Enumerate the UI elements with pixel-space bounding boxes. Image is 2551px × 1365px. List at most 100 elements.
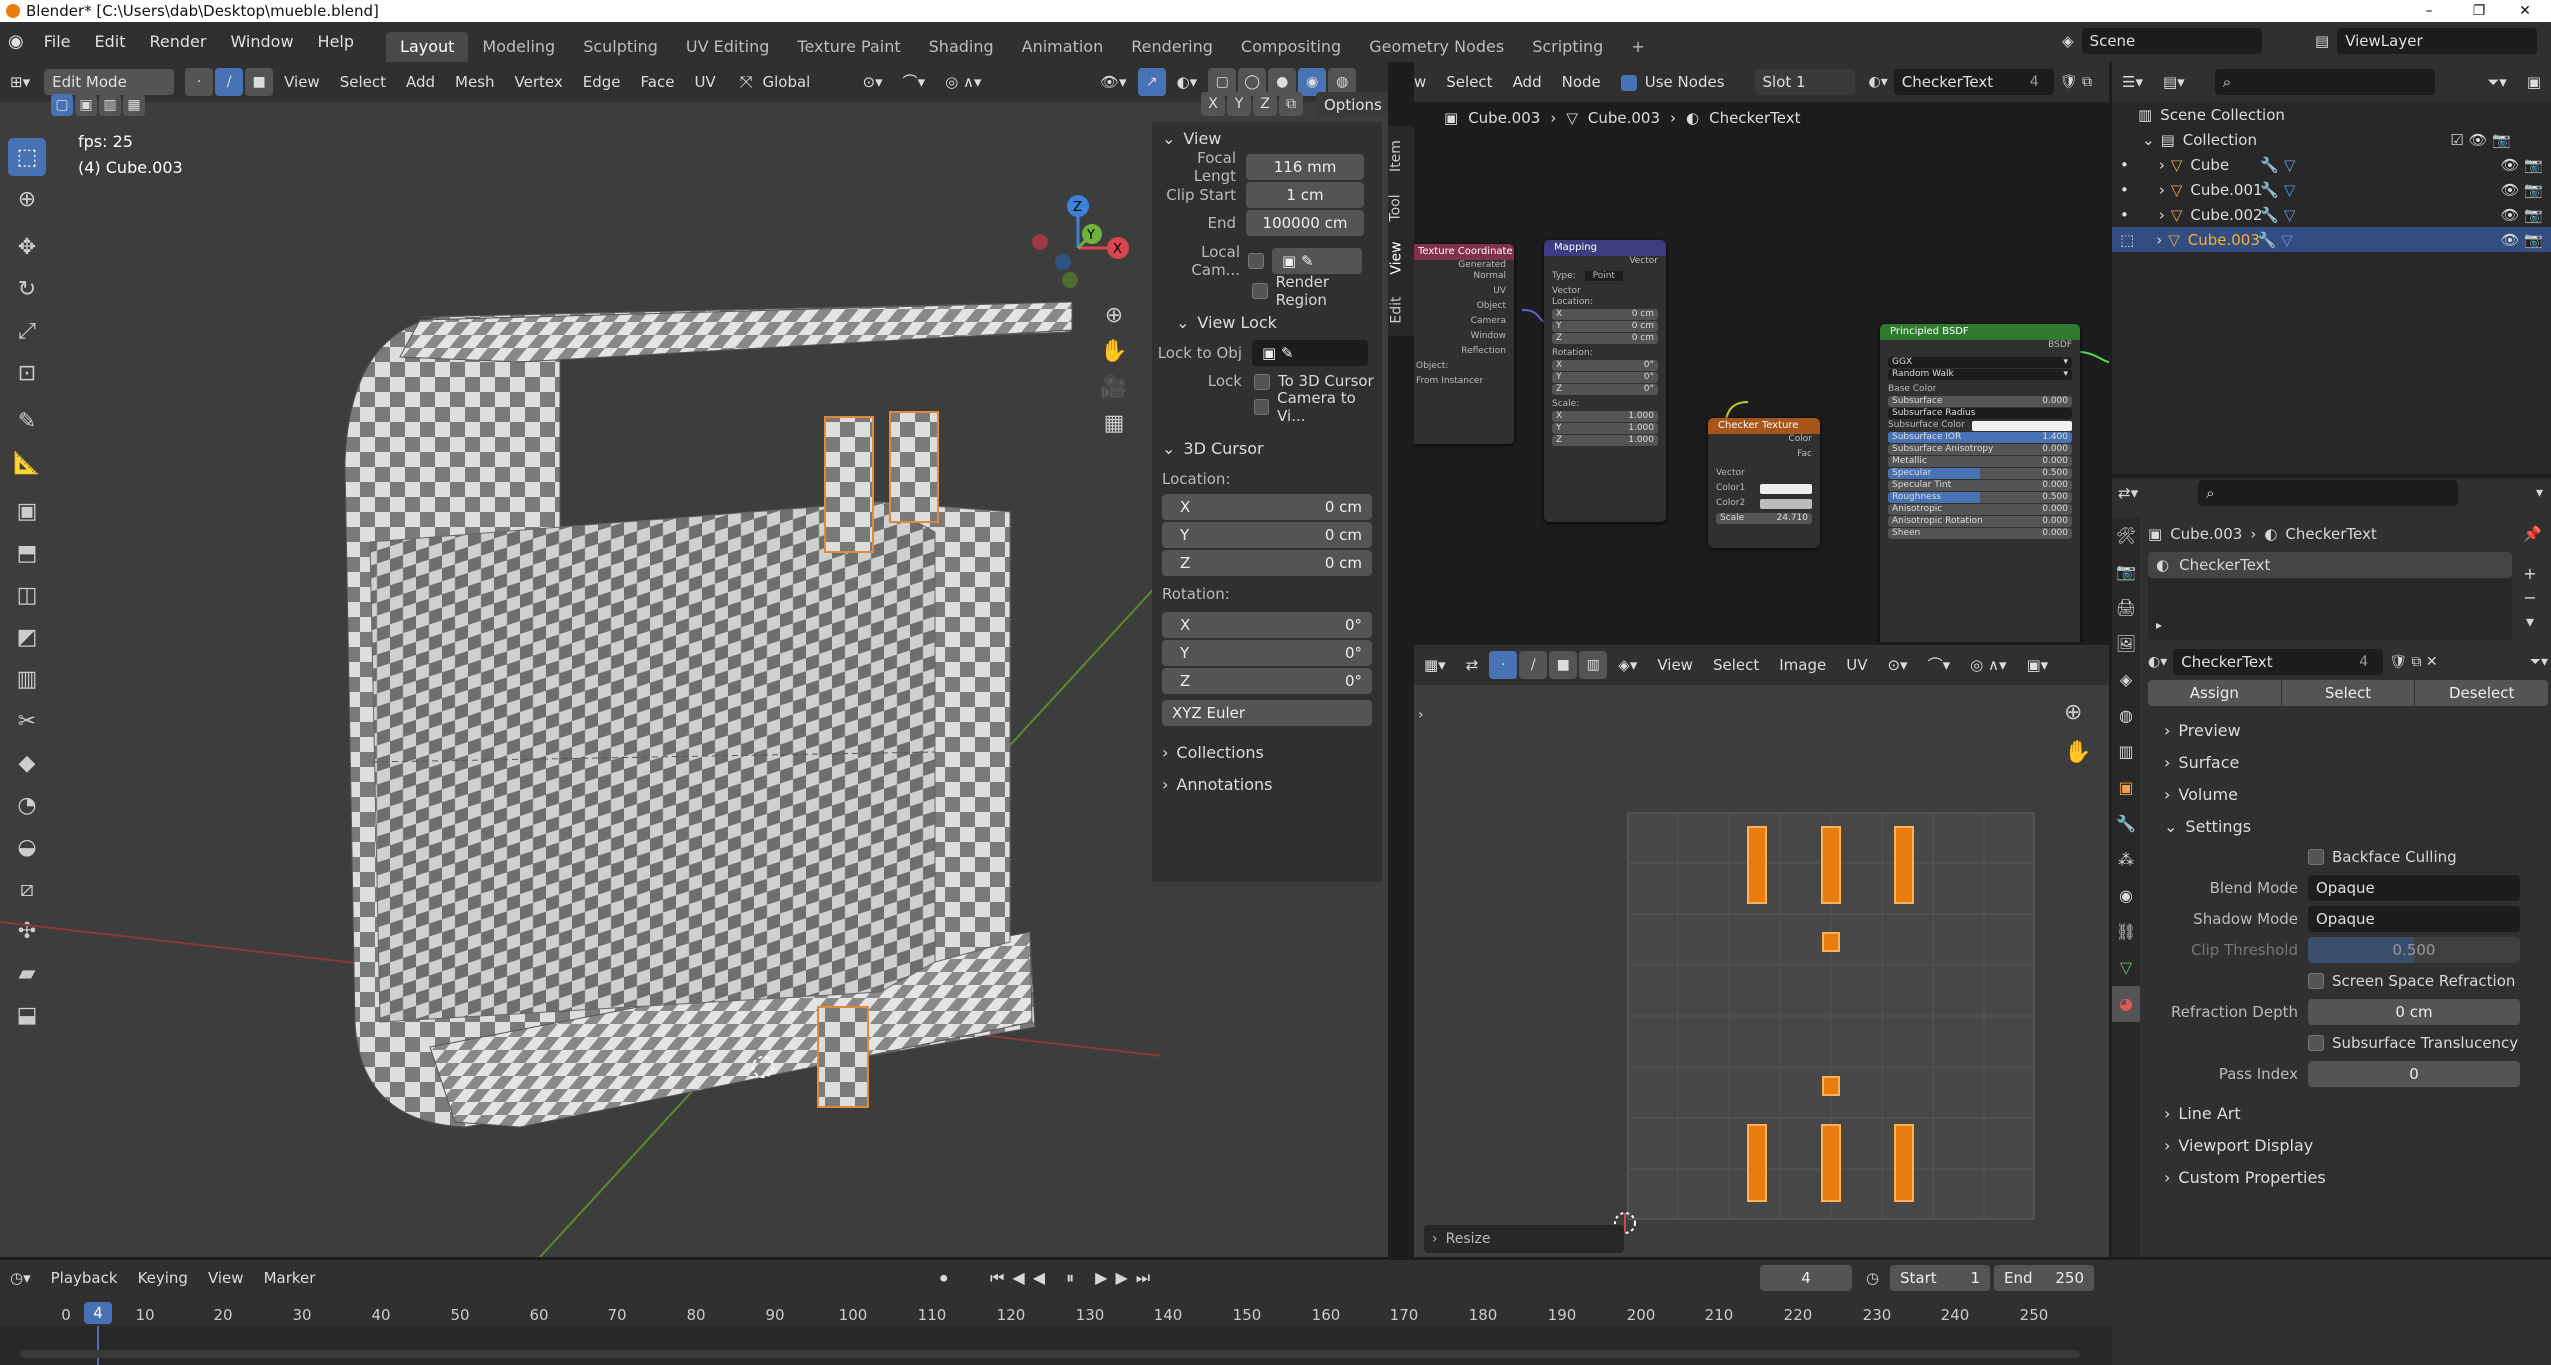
uv-pan-icon[interactable]: ✋ xyxy=(2064,733,2091,773)
clip-start-field[interactable]: 1 cm xyxy=(1246,182,1364,208)
object-tab-icon[interactable]: ▣ xyxy=(2112,770,2140,806)
menu-render[interactable]: Render xyxy=(137,22,218,62)
tab-item[interactable]: Item xyxy=(1388,140,1404,172)
timeline-ruler[interactable]: 0 10 20 30 40 50 60 70 80 90 100 110 120… xyxy=(0,1296,2112,1326)
tab-view[interactable]: View xyxy=(1389,241,1405,274)
viewlayer-selector[interactable]: ▤ ViewLayer xyxy=(2315,28,2538,54)
timeline-menu-playback[interactable]: Playback xyxy=(41,1260,128,1296)
uv-zoom-icon[interactable]: ⊕ xyxy=(2064,693,2091,733)
backface-culling-checkbox[interactable] xyxy=(2308,849,2324,865)
render-region-checkbox[interactable] xyxy=(1252,283,1268,299)
tab-shading[interactable]: Shading xyxy=(915,32,1008,62)
timeline-scrollbar[interactable] xyxy=(20,1350,2080,1358)
tab-scripting[interactable]: Scripting xyxy=(1518,32,1617,62)
auto-merge-icon[interactable]: ⧉ xyxy=(1279,92,1303,116)
view-layer-tab-icon[interactable]: 🖼 xyxy=(2112,626,2140,662)
material-tab-icon[interactable]: ◕ xyxy=(2112,986,2140,1022)
collections-header[interactable]: › Collections xyxy=(1152,736,1382,768)
color1-swatch[interactable] xyxy=(1760,483,1812,494)
outliner-item-cube-003[interactable]: ⬚ › ▽ Cube.003 🔧 ▽ 👁 📷 xyxy=(2112,227,2551,252)
minimize-button[interactable]: – xyxy=(2407,0,2451,22)
outliner-filter-icon[interactable]: ⏷▾ xyxy=(2477,62,2517,102)
uv-face-mode-icon[interactable]: ■ xyxy=(1549,651,1578,679)
maximize-button[interactable]: ❐ xyxy=(2457,0,2501,22)
rotation-mode-dropdown[interactable]: XYZ Euler xyxy=(1162,700,1372,726)
select-button[interactable]: Select xyxy=(2281,680,2415,706)
visibility-toggle[interactable]: 👁 📷 xyxy=(2501,206,2544,224)
outliner-item-cube-001[interactable]: • › ▽ Cube.001 🔧 ▽ 👁 📷 xyxy=(2112,177,2551,202)
outliner-search[interactable]: ⌕ xyxy=(2214,69,2435,95)
current-frame-field[interactable]: 4 xyxy=(1760,1265,1852,1291)
menu-file[interactable]: File xyxy=(32,22,83,62)
menu-window[interactable]: Window xyxy=(218,22,305,62)
blend-mode-dropdown[interactable]: Opaque xyxy=(2308,874,2520,901)
cursor-location-z[interactable]: Z0 cm xyxy=(1162,550,1372,576)
tab-compositing[interactable]: Compositing xyxy=(1227,32,1355,62)
bsdf-subsurface-anisotropy[interactable]: Subsurface Anisotropy 0.000 xyxy=(1888,444,2072,455)
distribution-dropdown[interactable]: GGX ▾ xyxy=(1888,357,2072,368)
material-slot-list[interactable]: ◐ CheckerText ▸ xyxy=(2148,552,2512,640)
visibility-toggle[interactable]: 👁 📷 xyxy=(2501,156,2544,174)
principled-bsdf-node[interactable]: Principled BSDF BSDF GGX ▾ Random Walk ▾ B… xyxy=(1880,324,2080,642)
scene-selector[interactable]: ◈ Scene xyxy=(2062,28,2262,54)
uv-island-mode-icon[interactable]: ▥ xyxy=(1579,651,1608,679)
tab-texture-paint[interactable]: Texture Paint xyxy=(783,32,914,62)
tab-tool[interactable]: Tool xyxy=(1388,194,1404,221)
scene-tab-icon[interactable]: ◈ xyxy=(2112,662,2140,698)
view-lock-header[interactable]: ⌄ View Lock xyxy=(1152,306,1382,338)
uv-menu-uv[interactable]: UV xyxy=(1836,645,1877,685)
volume-section[interactable]: › Volume xyxy=(2148,778,2548,810)
playhead-indicator[interactable]: 4 xyxy=(84,1302,112,1324)
bsdf-anisotropic-rotation[interactable]: Anisotropic Rotation 0.000 xyxy=(1888,516,2072,527)
visibility-toggle[interactable]: 👁 📷 xyxy=(2501,181,2544,199)
uv-display-icon[interactable]: ▣▾ xyxy=(2017,645,2059,685)
mirror-y-toggle[interactable]: Y xyxy=(1227,92,1251,116)
clip-threshold-field[interactable]: 0.500 xyxy=(2308,936,2520,963)
uv-menu-view[interactable]: View xyxy=(1647,645,1703,685)
local-camera-checkbox[interactable] xyxy=(1248,253,1264,269)
modifier-tab-icon[interactable]: 🔧 xyxy=(2112,806,2140,842)
timeline-menu-view[interactable]: View xyxy=(198,1260,254,1296)
add-workspace-button[interactable]: + xyxy=(1617,32,1658,62)
texture-coordinate-node[interactable]: Texture Coordinate Generated Normal UV O… xyxy=(1414,244,1514,444)
viewport-display-section[interactable]: › Viewport Display xyxy=(2148,1129,2548,1161)
refraction-depth-field[interactable]: 0 cm xyxy=(2308,998,2520,1025)
bsdf-subsurface[interactable]: Subsurface 0.000 xyxy=(1888,396,2072,407)
shadow-mode-dropdown[interactable]: Opaque xyxy=(2308,905,2520,932)
close-button[interactable]: ✕ xyxy=(2503,0,2547,22)
cursor-rotation-y[interactable]: Y 0° xyxy=(1162,640,1372,666)
bsdf-roughness[interactable]: Roughness 0.500 xyxy=(1888,492,2072,503)
blender-menu-icon[interactable]: ◉ xyxy=(0,22,32,62)
outliner-item-cube[interactable]: • › ▽ Cube 🔧 ▽ 👁 📷 xyxy=(2112,152,2551,177)
mirror-z-toggle[interactable]: Z xyxy=(1253,92,1277,116)
world-tab-icon[interactable]: ◍ xyxy=(2112,698,2140,734)
outliner-display-mode-icon[interactable]: ▤▾ xyxy=(2153,62,2195,102)
timeline-menu-marker[interactable]: Marker xyxy=(254,1260,326,1296)
settings-section[interactable]: ⌄ Settings xyxy=(2148,810,2548,842)
cursor-location-x[interactable]: X0 cm xyxy=(1162,494,1372,520)
uv-edge-mode-icon[interactable]: / xyxy=(1519,651,1548,679)
outliner-item-cube-002[interactable]: • › ▽ Cube.002 🔧 ▽ 👁 📷 xyxy=(2112,202,2551,227)
remove-slot-button[interactable]: − xyxy=(2518,586,2542,610)
tab-edit[interactable]: Edit xyxy=(1389,296,1405,323)
3d-viewport[interactable]: ⊞▾ Edit Mode · / ■ View Select Add Mesh Ve… xyxy=(0,62,1388,1257)
ssr-checkbox[interactable] xyxy=(2308,972,2324,989)
checker-texture-node[interactable]: Checker Texture Color Fac Vector Color1 … xyxy=(1708,418,1820,548)
uv-sticky-select-icon[interactable]: ◈▾ xyxy=(1608,645,1647,685)
clip-end-field[interactable]: 100000 cm xyxy=(1246,210,1364,236)
link-icon[interactable]: ⏷▾ xyxy=(2530,654,2548,670)
tab-sculpting[interactable]: Sculpting xyxy=(569,32,672,62)
scene-collection-row[interactable]: ▥ Scene Collection xyxy=(2112,102,2551,127)
render-tab-icon[interactable]: 📷 xyxy=(2112,554,2140,590)
tab-rendering[interactable]: Rendering xyxy=(1117,32,1227,62)
pass-index-field[interactable]: 0 xyxy=(2308,1060,2520,1087)
cursor-rotation-x[interactable]: X 0° xyxy=(1162,612,1372,638)
preview-range-icon[interactable]: ◷ xyxy=(1866,1269,1879,1287)
mapping-type-dropdown[interactable]: Point xyxy=(1584,271,1623,281)
deselect-button[interactable]: Deselect xyxy=(2415,680,2549,706)
uv-menu-image[interactable]: Image xyxy=(1769,645,1836,685)
uv-toolbar-toggle[interactable]: › xyxy=(1414,707,1424,723)
pin-icon[interactable]: 📌 xyxy=(2523,525,2542,543)
3d-cursor-header[interactable]: ⌄ 3D Cursor xyxy=(1152,432,1382,464)
camera-view-icon[interactable]: 🎥 xyxy=(1096,370,1132,406)
